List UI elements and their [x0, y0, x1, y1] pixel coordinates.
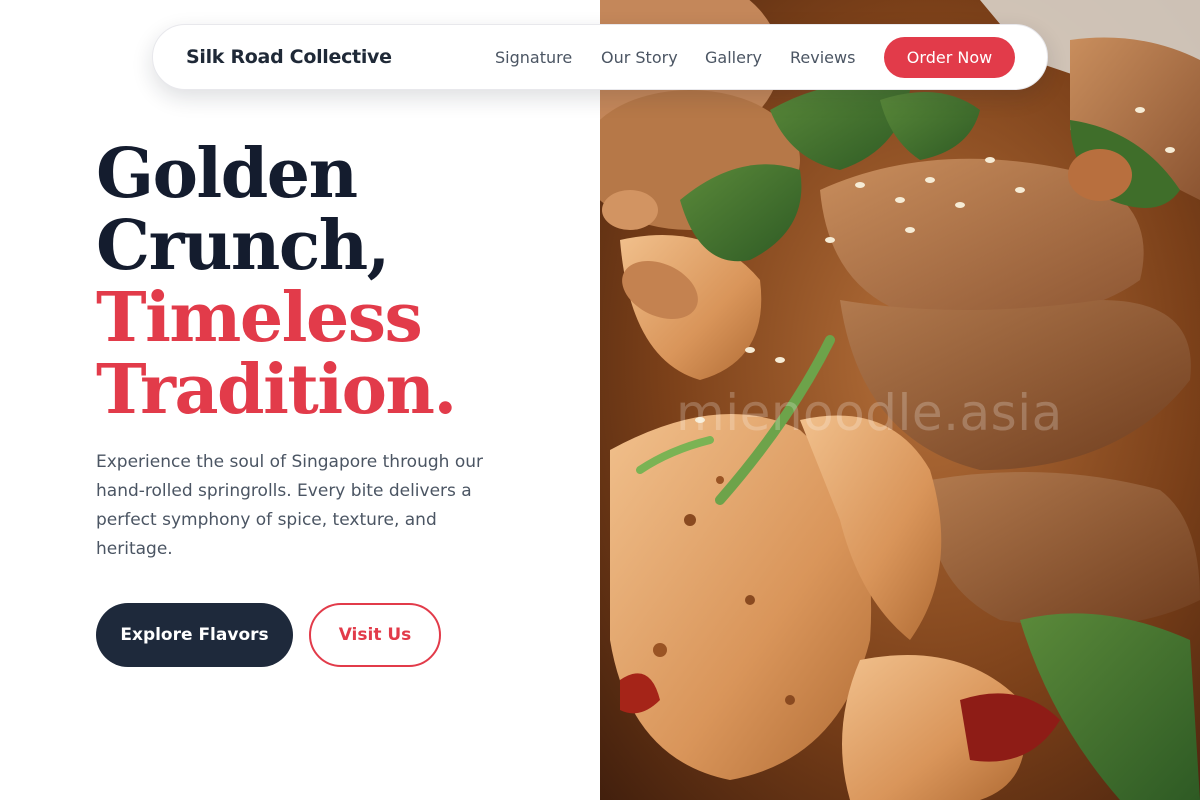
headline-line-1: Golden — [96, 134, 358, 214]
headline-line-2: Crunch, — [96, 206, 390, 286]
landing-page: mienoodle.asia Silk Road Collective Sign… — [0, 0, 1200, 800]
hero-food-image: mienoodle.asia — [600, 0, 1200, 800]
nav-link-signature[interactable]: Signature — [495, 48, 572, 67]
nav-link-reviews[interactable]: Reviews — [790, 48, 855, 67]
headline-line-4: Tradition. — [96, 350, 457, 430]
explore-flavors-button[interactable]: Explore Flavors — [96, 603, 293, 667]
hero-headline: Golden Crunch, Timeless Tradition. — [96, 134, 457, 430]
image-watermark: mienoodle.asia — [676, 384, 1063, 442]
nav-link-gallery[interactable]: Gallery — [705, 48, 762, 67]
order-now-button[interactable]: Order Now — [884, 37, 1015, 78]
top-navigation: Silk Road Collective Signature Our Story… — [152, 24, 1048, 90]
brand-name[interactable]: Silk Road Collective — [186, 46, 392, 68]
headline-line-3: Timeless — [96, 278, 423, 358]
visit-us-button[interactable]: Visit Us — [309, 603, 441, 667]
nav-link-our-story[interactable]: Our Story — [601, 48, 678, 67]
hero-description: Experience the soul of Singapore through… — [96, 452, 483, 559]
